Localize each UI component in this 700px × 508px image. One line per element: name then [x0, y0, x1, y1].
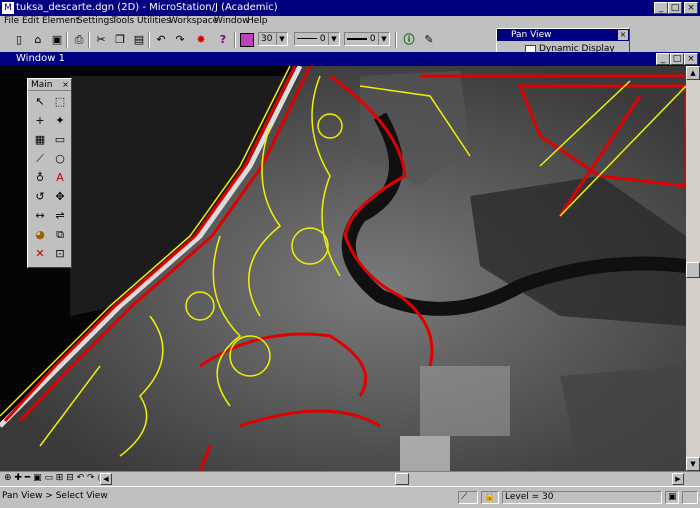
- new-file-icon[interactable]: ▯: [10, 31, 28, 49]
- map-view[interactable]: [0, 66, 686, 471]
- pan-view-title: Pan View: [497, 29, 629, 41]
- line-weight-combo[interactable]: 0 ▼: [344, 32, 390, 46]
- line-icon[interactable]: ⟋: [30, 150, 50, 168]
- rectangle-icon[interactable]: ▭: [50, 131, 70, 149]
- lock-icon[interactable]: 🔒: [481, 491, 499, 504]
- delete-icon[interactable]: ✕: [30, 245, 50, 263]
- menu-settings[interactable]: Settings: [77, 16, 114, 26]
- fill-icon[interactable]: ▦: [30, 131, 50, 149]
- view-controls-bar: ⊕ ✚ ━ ▣ ▭ ⊞ ⊟ ↶ ↷ ◎ ◀ ▶: [0, 471, 700, 486]
- arc-icon[interactable]: ↺: [30, 188, 50, 206]
- resize-grip-icon[interactable]: [682, 491, 698, 504]
- menu-file[interactable]: File: [4, 16, 19, 26]
- move-icon[interactable]: ✥: [50, 188, 70, 206]
- dimension-icon[interactable]: ↔: [30, 207, 50, 225]
- main-tool-palette: Main × ↖ ⬚ + ✦ ▦ ▭ ⟋ ○ ♁ A ↺ ✥ ↔ ⇌ ◕ ⧉ ✕…: [27, 78, 72, 268]
- forest-area: [560, 366, 686, 471]
- brush-icon[interactable]: ✸: [192, 31, 210, 49]
- menu-edit[interactable]: Edit: [22, 16, 39, 26]
- modify-icon[interactable]: ⇌: [50, 207, 70, 225]
- file-status-icon: ▣: [665, 491, 679, 504]
- minimize-button[interactable]: _: [654, 2, 668, 14]
- snap-mode-icon[interactable]: ⟋: [458, 491, 478, 504]
- place-point-icon[interactable]: +: [30, 112, 50, 130]
- view-minimize-button[interactable]: _: [656, 53, 670, 65]
- field-area: [420, 366, 510, 436]
- vertical-scrollbar[interactable]: ▲ ▼: [686, 66, 700, 471]
- line-style-sample: [297, 38, 317, 39]
- satellite-map-drawing: [0, 66, 686, 471]
- toolbar-separator: [395, 32, 397, 48]
- line-weight-value: 0: [369, 34, 376, 44]
- help-question-icon[interactable]: ?: [214, 31, 232, 49]
- cell-icon[interactable]: ♁: [30, 169, 50, 187]
- line-style-value: 0: [319, 34, 326, 44]
- view-window-title: Window 1: [16, 53, 65, 64]
- field-area: [400, 436, 450, 471]
- horizontal-scroll-thumb[interactable]: [395, 473, 409, 485]
- scroll-left-icon[interactable]: ◀: [100, 473, 112, 485]
- close-button[interactable]: ×: [684, 2, 698, 14]
- menu-help[interactable]: Help: [247, 16, 268, 26]
- group-icon[interactable]: ⧉: [50, 226, 70, 244]
- level-combo[interactable]: 30 ▼: [258, 32, 288, 46]
- close-icon[interactable]: ×: [618, 30, 628, 40]
- palette-icon[interactable]: ◕: [30, 226, 50, 244]
- fence-icon[interactable]: ⬚: [50, 93, 70, 111]
- copy-icon[interactable]: ❐: [111, 31, 129, 49]
- line-style-combo[interactable]: 0 ▼: [294, 32, 340, 46]
- save-icon[interactable]: ▣: [48, 31, 66, 49]
- menu-tools[interactable]: Tools: [112, 16, 134, 26]
- close-icon[interactable]: ×: [61, 80, 70, 89]
- color-swatch[interactable]: [240, 33, 254, 47]
- vertical-scroll-thumb[interactable]: [686, 262, 700, 278]
- menu-utilities[interactable]: Utilities: [137, 16, 171, 26]
- paste-icon[interactable]: ▤: [130, 31, 148, 49]
- toolbar-separator: [66, 32, 68, 48]
- undo-icon[interactable]: ↶: [152, 31, 170, 49]
- menu-element[interactable]: Element: [42, 16, 79, 26]
- print-icon[interactable]: ⎙: [70, 31, 88, 49]
- status-bar: Pan View > Select View ⟋ 🔒 Level = 30 ▣: [0, 486, 700, 508]
- chevron-down-icon: ▼: [378, 33, 389, 45]
- view-window-title-bar: Window 1 _ □ ×: [0, 52, 700, 66]
- redo-icon[interactable]: ↷: [171, 31, 189, 49]
- key-in-icon[interactable]: ✎: [420, 31, 438, 49]
- view-maximize-button[interactable]: □: [670, 53, 684, 65]
- microstation-app-icon[interactable]: M: [2, 2, 14, 14]
- toolbar-separator: [148, 32, 150, 48]
- select-arrow-icon[interactable]: ↖: [30, 93, 50, 111]
- chevron-down-icon: ▼: [328, 33, 339, 45]
- scroll-down-icon[interactable]: ▼: [686, 457, 700, 471]
- chevron-down-icon: ▼: [276, 33, 287, 45]
- title-bar: M tuksa_descarte.dgn (2D) - MicroStation…: [0, 0, 700, 16]
- active-level-display: Level = 30: [502, 491, 662, 504]
- text-icon[interactable]: A: [50, 169, 70, 187]
- menu-workspace[interactable]: Workspace: [169, 16, 218, 26]
- level-value: 30: [261, 34, 273, 44]
- circle-icon[interactable]: ○: [50, 150, 70, 168]
- menu-window[interactable]: Window: [214, 16, 250, 26]
- reference-icon[interactable]: ⊡: [50, 245, 70, 263]
- scroll-right-icon[interactable]: ▶: [672, 473, 684, 485]
- info-icon[interactable]: ⓘ: [400, 31, 418, 49]
- window-title: tuksa_descarte.dgn (2D) - MicroStation/J…: [16, 2, 278, 13]
- cut-icon[interactable]: ✂: [92, 31, 110, 49]
- toolbar-separator: [234, 32, 236, 48]
- status-prompt: Pan View > Select View: [2, 491, 108, 501]
- view-close-button[interactable]: ×: [684, 53, 698, 65]
- toolbar-separator: [88, 32, 90, 48]
- menu-bar: File Edit Element Settings Tools Utiliti…: [0, 16, 700, 28]
- scroll-up-icon[interactable]: ▲: [686, 66, 700, 80]
- measure-icon[interactable]: ✦: [50, 112, 70, 130]
- open-file-icon[interactable]: ⌂: [29, 31, 47, 49]
- view-control-icons[interactable]: ⊕ ✚ ━ ▣ ▭ ⊞ ⊟ ↶ ↷ ◎: [4, 473, 105, 483]
- line-weight-sample: [347, 37, 367, 40]
- maximize-button[interactable]: □: [668, 2, 682, 14]
